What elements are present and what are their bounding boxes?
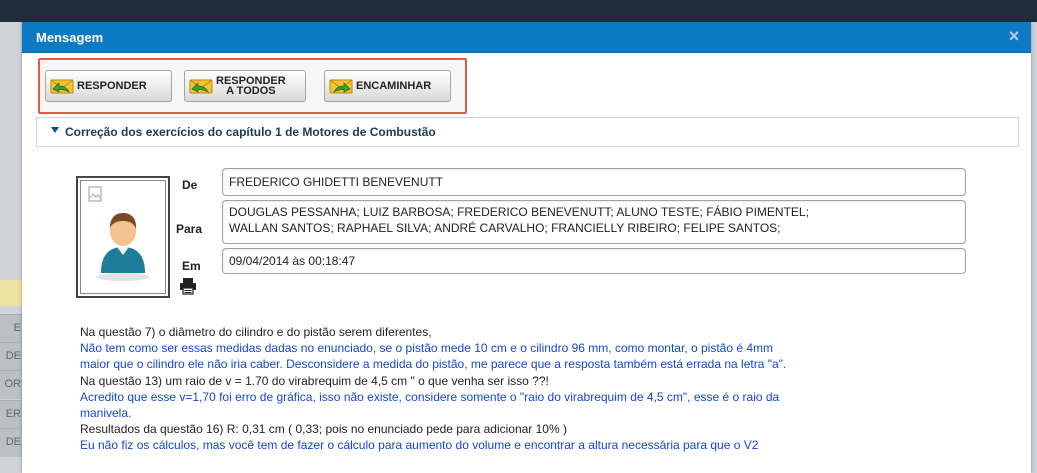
body-line: Resultados da questão 16) R: 0,31 cm ( 0…: [80, 422, 567, 437]
body-line: Na questão 13) um raio de v = 1.70 do vi…: [80, 373, 549, 388]
to-value-line2: WALLAN SANTOS; RAPHAEL SILVA; ANDRÉ CARV…: [229, 221, 781, 235]
from-value: FREDERICO GHIDETTI BENEVENUTT: [229, 175, 444, 189]
background-row: ER: [0, 400, 22, 429]
reply-all-label: RESPONDER A TODOS: [216, 76, 286, 97]
reply-all-label-line2: A TODOS: [226, 85, 276, 97]
reply-all-icon: [189, 79, 213, 94]
subject-toggle[interactable]: Correção dos exercícios do capítulo 1 de…: [36, 117, 1019, 147]
background-sidebar: E DE OR ER DE: [0, 22, 22, 473]
from-field: FREDERICO GHIDETTI BENEVENUTT: [222, 168, 966, 196]
dialog-titlebar: Mensagem ×: [22, 22, 1031, 53]
to-value-line1: DOUGLAS PESSANHA; LUIZ BARBOSA; FREDERIC…: [229, 205, 809, 219]
forward-button[interactable]: ENCAMINHAR: [324, 70, 451, 102]
reply-label: RESPONDER: [77, 80, 147, 92]
body-line: Acredito que esse v=1,70 foi erro de grá…: [80, 389, 780, 404]
reply-all-button[interactable]: RESPONDER A TODOS: [184, 70, 306, 102]
forward-icon: [329, 79, 353, 94]
dialog-title: Mensagem: [36, 30, 104, 45]
chevron-down-icon: [51, 127, 59, 133]
message-subject: Correção dos exercícios do capítulo 1 de…: [65, 125, 436, 139]
date-field: 09/04/2014 às 00:18:47: [222, 248, 966, 274]
avatar: [80, 180, 166, 294]
background-row: E: [0, 314, 22, 343]
close-icon[interactable]: ×: [1005, 27, 1023, 45]
date-label: Em: [182, 259, 201, 273]
reply-icon: [50, 79, 74, 94]
background-row: DE: [0, 428, 22, 457]
body-line: Na questão 7) o diâmetro do cilindro e d…: [80, 325, 432, 339]
from-label: De: [182, 178, 198, 192]
forward-label: ENCAMINHAR: [356, 80, 432, 92]
background-highlight: [0, 280, 22, 306]
user-avatar-icon: [88, 186, 149, 281]
background-header: [0, 0, 1037, 22]
print-icon[interactable]: [178, 276, 198, 296]
background-right-edge: [1031, 22, 1037, 473]
reply-button[interactable]: RESPONDER: [45, 70, 172, 102]
background-row-text: DE: [5, 436, 21, 448]
background-row-text: OR: [4, 378, 22, 390]
to-field: DOUGLAS PESSANHA; LUIZ BARBOSA; FREDERIC…: [222, 200, 966, 244]
message-toolbar: RESPONDER RESPONDER A TODOS ENCAMINHAR: [38, 58, 467, 114]
body-line: maior que o cilindro ele não iria caber.…: [80, 357, 787, 372]
to-label: Para: [176, 222, 203, 236]
background-row: DE: [0, 342, 22, 371]
background-row: OR: [0, 370, 22, 399]
body-line: Não tem como ser essas medidas dadas no …: [80, 341, 774, 356]
body-line: manivela.: [80, 406, 132, 421]
background-row-text: DE: [5, 350, 21, 362]
sender-avatar-frame: [76, 176, 170, 298]
message-dialog: Mensagem × RESPONDER RESPONDER A TODOS E…: [22, 22, 1031, 473]
body-line: Eu não fiz os cálculos, mas você tem de …: [80, 438, 759, 453]
date-value: 09/04/2014 às 00:18:47: [229, 254, 356, 268]
message-body: Na questão 7) o diâmetro do cilindro e d…: [80, 324, 1015, 454]
background-row-text: E: [13, 322, 21, 334]
background-row-text: ER: [5, 408, 21, 420]
